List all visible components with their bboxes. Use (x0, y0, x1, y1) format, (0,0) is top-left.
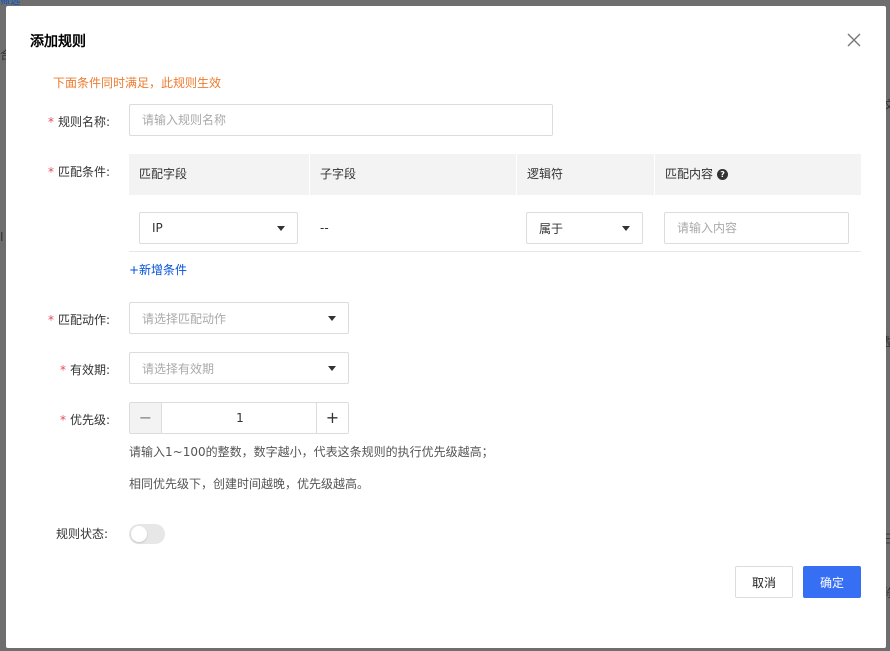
toggle-knob (131, 526, 147, 542)
required-mark: * (48, 115, 54, 129)
required-mark: * (60, 413, 66, 427)
column-header-operator: 逻辑符 (527, 167, 564, 181)
rule-status-toggle[interactable] (129, 524, 165, 544)
background-filter-link: 筛选 (0, 0, 30, 5)
caret-down-icon (622, 225, 630, 231)
caret-down-icon (277, 225, 285, 231)
validity-select[interactable]: 请选择有效期 (129, 352, 349, 384)
required-mark: * (48, 313, 54, 327)
rule-notice: 下面条件同时满足，此规则生效 (53, 76, 222, 90)
cancel-button[interactable]: 取消 (735, 566, 793, 598)
question-circle-icon[interactable]: ? (717, 169, 729, 180)
rule-name-label: * 规则名称: (48, 115, 111, 129)
required-mark: * (60, 363, 66, 377)
priority-stepper[interactable]: − 1 + (129, 402, 349, 434)
match-field-select[interactable]: IP (139, 212, 298, 244)
validity-label: * 有效期: (60, 363, 111, 377)
required-mark: * (48, 165, 54, 179)
priority-hint-order: 相同优先级下，创建时间越晚，优先级越高。 (129, 477, 370, 491)
close-icon[interactable] (846, 32, 862, 48)
minus-icon: − (138, 408, 153, 427)
increment-button[interactable]: + (316, 403, 348, 433)
rule-name-input[interactable] (129, 104, 553, 136)
subfield-value: -- (320, 221, 329, 235)
column-header-content: 匹配内容? (655, 154, 729, 195)
condition-table-header: 匹配字段 子字段 逻辑符 匹配内容? (129, 154, 861, 195)
caret-down-icon (328, 315, 336, 321)
background-text: I (0, 230, 4, 244)
add-condition-link[interactable]: +新增条件 (129, 261, 187, 278)
column-header-field: 匹配字段 (139, 167, 188, 181)
table-row-divider (129, 251, 861, 252)
add-rule-dialog: 添加规则 下面条件同时满足，此规则生效 *规则名称: *匹配条件: 匹配字段 子… (6, 6, 886, 648)
priority-label: * 优先级: (60, 413, 111, 427)
confirm-button[interactable]: 确定 (803, 566, 861, 598)
priority-value[interactable]: 1 (163, 403, 317, 433)
priority-hint-range: 请输入1~100的整数，数字越小，代表这条规则的执行优先级越高； (129, 445, 494, 459)
status-label: 规则状态: (56, 527, 109, 541)
match-condition-label: * 匹配条件: (48, 165, 111, 179)
dialog-title: 添加规则 (30, 34, 86, 50)
operator-select[interactable]: 属于 (526, 212, 643, 244)
match-content-input[interactable] (664, 212, 849, 244)
decrement-button[interactable]: − (130, 403, 162, 433)
match-action-label: * 匹配动作: (48, 313, 111, 327)
column-header-subfield: 子字段 (320, 167, 357, 181)
match-action-select[interactable]: 请选择匹配动作 (129, 302, 349, 334)
plus-icon: + (325, 408, 340, 427)
caret-down-icon (328, 365, 336, 371)
